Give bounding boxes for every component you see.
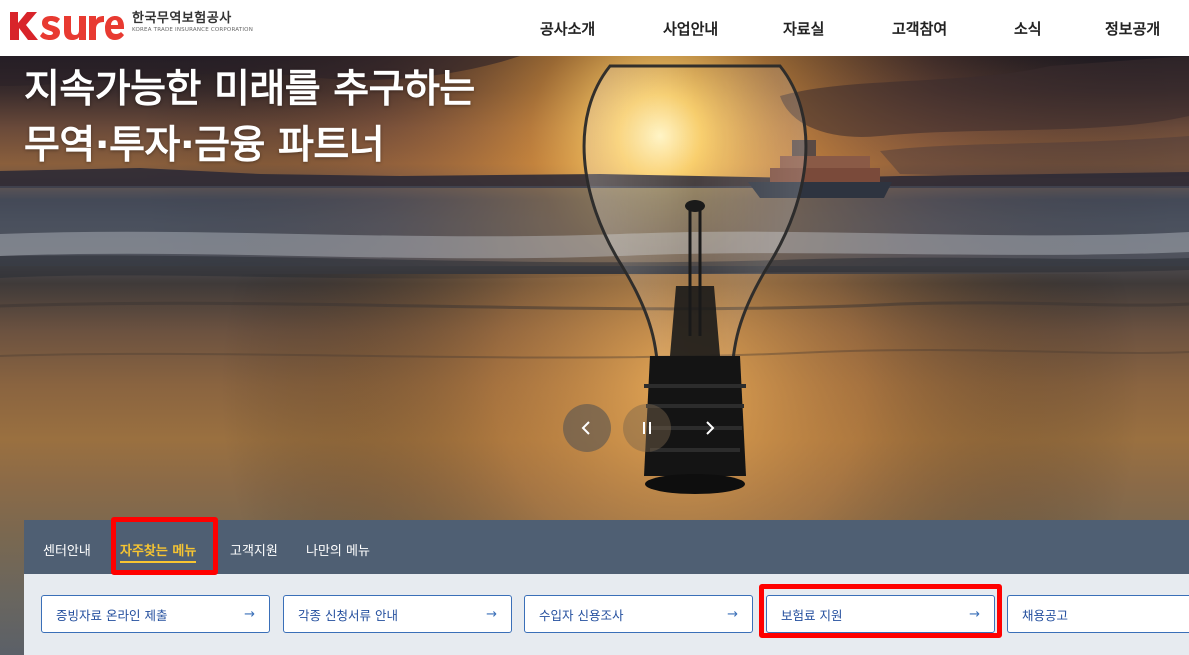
quick-link-label: 보험료 지원: [781, 607, 843, 623]
tab-center-info[interactable]: 센터안내: [43, 540, 91, 559]
site-header: 한국무역보험공사 KOREA TRADE INSURANCE CORPORATI…: [0, 0, 1189, 56]
quick-link-application-forms[interactable]: 각종 신청서류 안내 →: [283, 595, 512, 633]
quick-link-label: 증빙자료 온라인 제출: [56, 607, 168, 623]
nav-item-disclosure[interactable]: 정보공개: [1105, 18, 1160, 39]
quick-menu-panel: 증빙자료 온라인 제출 → 각종 신청서류 안내 → 수입자 신용조사 → 보험…: [24, 574, 1189, 655]
quick-link-label: 채용공고: [1022, 607, 1069, 623]
hero-title-line-2: 무역·투자·금융 파트너: [24, 123, 385, 168]
nav-item-about[interactable]: 공사소개: [540, 18, 595, 39]
quick-link-label: 수입자 신용조사: [539, 607, 624, 623]
quick-link-evidence-submission[interactable]: 증빙자료 온라인 제출 →: [41, 595, 270, 633]
quick-link-label: 각종 신청서류 안내: [298, 607, 398, 623]
tab-my-menu[interactable]: 나만의 메뉴: [306, 540, 370, 559]
carousel-next-button[interactable]: [685, 404, 733, 452]
pause-icon: [643, 422, 651, 434]
tab-customer-support[interactable]: 고객지원: [230, 540, 278, 559]
arrow-right-icon: →: [486, 606, 497, 622]
chevron-right-icon: [706, 421, 715, 435]
nav-item-news[interactable]: 소식: [1014, 18, 1042, 39]
arrow-right-icon: →: [727, 606, 738, 622]
carousel-pause-button[interactable]: [623, 404, 671, 452]
hero-banner: 지속가능한 미래를 추구하는 무역·투자·금융 파트너 센터안내 자주찾는 메뉴…: [0, 56, 1189, 655]
quick-link-recruitment[interactable]: 채용공고: [1007, 595, 1189, 633]
tab-frequent-menu[interactable]: 자주찾는 메뉴: [120, 540, 197, 563]
chevron-left-icon: [581, 421, 590, 435]
hero-title-line-1: 지속가능한 미래를 추구하는: [24, 67, 475, 112]
main-navigation: 공사소개 사업안내 자료실 고객참여 소식 정보공개: [0, 18, 1189, 38]
nav-item-resources[interactable]: 자료실: [783, 18, 824, 39]
carousel-prev-button[interactable]: [563, 404, 611, 452]
quick-link-premium-support[interactable]: 보험료 지원 →: [766, 595, 995, 633]
quick-menu-tabs: 센터안내 자주찾는 메뉴 고객지원 나만의 메뉴: [24, 520, 1189, 574]
nav-item-participation[interactable]: 고객참여: [892, 18, 947, 39]
nav-item-business[interactable]: 사업안내: [663, 18, 718, 39]
arrow-right-icon: →: [969, 606, 980, 622]
hero-title: 지속가능한 미래를 추구하는 무역·투자·금융 파트너: [24, 62, 475, 174]
arrow-right-icon: →: [244, 606, 255, 622]
quick-link-importer-credit-check[interactable]: 수입자 신용조사 →: [524, 595, 753, 633]
